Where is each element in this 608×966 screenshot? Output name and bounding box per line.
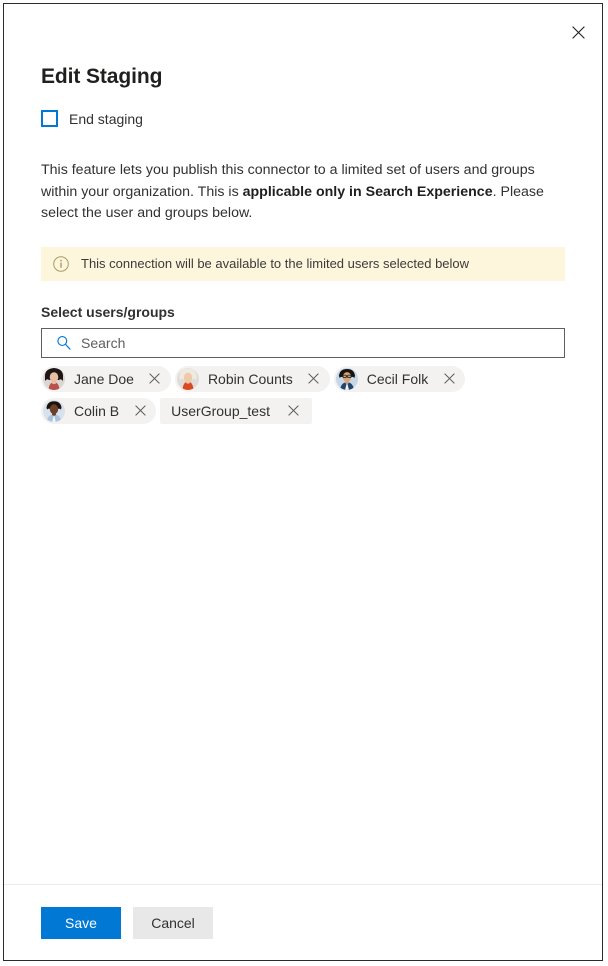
close-glyph [571, 25, 585, 39]
description-text: This feature lets you publish this conne… [41, 127, 565, 225]
avatar [43, 399, 65, 422]
chip-cecil-folk[interactable]: Cecil Folk [333, 365, 466, 392]
chip-remove-icon[interactable] [438, 368, 460, 390]
close-icon[interactable] [562, 16, 594, 48]
chip-label: Colin B [74, 402, 120, 419]
search-input[interactable] [81, 328, 564, 357]
info-circle-icon [53, 255, 69, 272]
selected-chips-list: Jane Doe Robin Counts Cecil Folk Colin B… [41, 365, 565, 424]
info-banner-text: This connection will be available to the… [81, 256, 470, 271]
chip-remove-icon[interactable] [129, 400, 151, 422]
end-staging-checkbox[interactable]: End staging [41, 110, 143, 127]
chip-label: Robin Counts [207, 370, 293, 387]
end-staging-label: End staging [69, 110, 143, 127]
dialog-content: Edit Staging End staging This feature le… [4, 4, 602, 884]
chip-jane-doe[interactable]: Jane Doe [41, 365, 171, 392]
cancel-button[interactable]: Cancel [133, 907, 213, 939]
avatar [335, 367, 358, 390]
avatar [43, 367, 65, 390]
checkbox-box [41, 110, 58, 127]
save-button[interactable]: Save [41, 907, 121, 939]
page-title: Edit Staging [41, 65, 163, 88]
dialog-footer: Save Cancel [4, 884, 602, 960]
search-box[interactable] [41, 327, 565, 358]
chip-remove-icon[interactable] [144, 368, 166, 390]
search-icon [56, 335, 71, 350]
avatar [176, 367, 199, 390]
description-emphasis: applicable only in Search Experience [242, 183, 493, 200]
chip-remove-icon[interactable] [303, 368, 325, 390]
chip-remove-icon[interactable] [283, 400, 305, 422]
chip-robin-counts[interactable]: Robin Counts [174, 365, 330, 392]
chip-label: UserGroup_test [171, 402, 270, 419]
info-banner: This connection will be available to the… [41, 246, 565, 281]
chip-label: Cecil Folk [366, 370, 429, 387]
chip-colin-b[interactable]: Colin B [41, 397, 157, 424]
edit-staging-dialog: Edit Staging End staging This feature le… [3, 3, 603, 961]
select-users-groups-label: Select users/groups [41, 303, 175, 320]
chip-label: Jane Doe [74, 370, 134, 387]
chip-usergroup-test[interactable]: UserGroup_test [160, 397, 312, 424]
